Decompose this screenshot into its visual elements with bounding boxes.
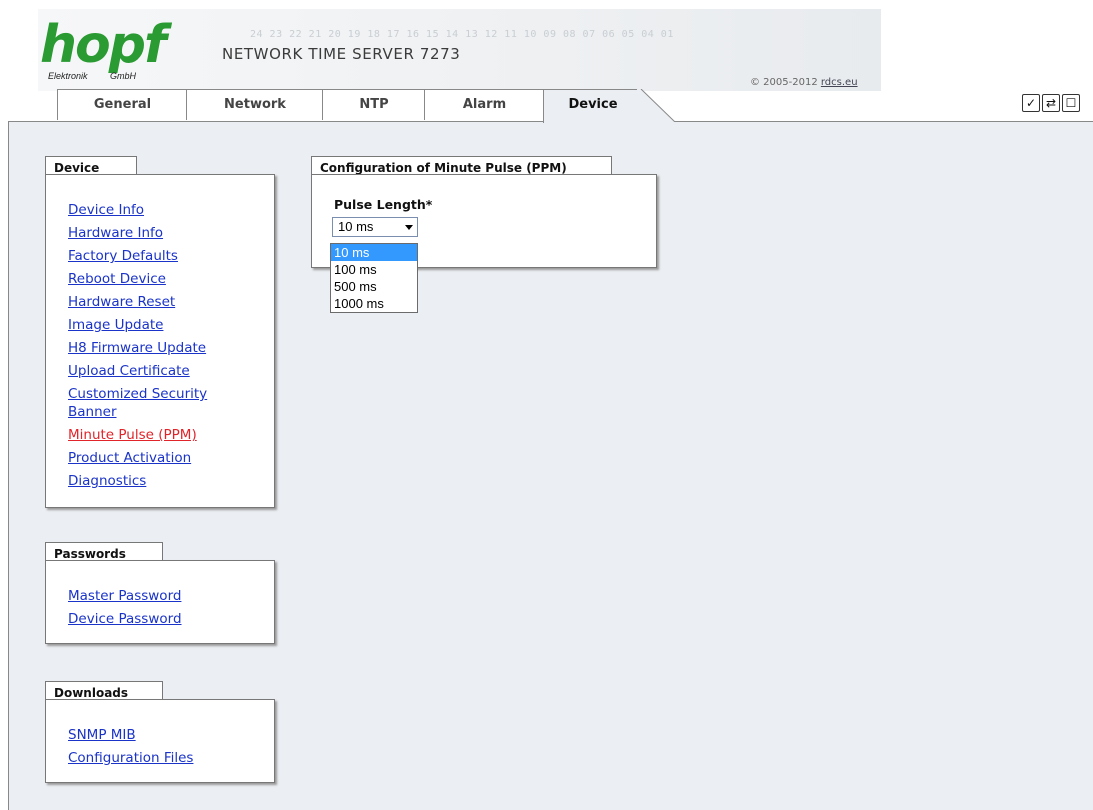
pulse-length-selected-value: 10 ms bbox=[338, 219, 374, 234]
copyright-text: © 2005-2012 bbox=[750, 77, 818, 88]
tab-network[interactable]: Network bbox=[186, 89, 324, 120]
tab-device-slant bbox=[637, 89, 676, 122]
toolbar-icons: ✓ ⇄ ☐ bbox=[1022, 94, 1080, 112]
nav-image-update[interactable]: Image Update bbox=[68, 314, 268, 337]
pulse-option-10ms[interactable]: 10 ms bbox=[331, 244, 417, 261]
tab-ntp[interactable]: NTP bbox=[322, 89, 426, 120]
downloads-nav-box: SNMP MIB Configuration Files bbox=[45, 699, 275, 783]
device-box-title: Device bbox=[45, 156, 137, 175]
content-area: Device Device Info Hardware Info Factory… bbox=[8, 122, 1093, 810]
nav-configuration-files[interactable]: Configuration Files bbox=[68, 747, 268, 770]
page-icon[interactable]: ☐ bbox=[1062, 94, 1080, 112]
pulse-length-label: Pulse Length* bbox=[334, 197, 433, 212]
device-nav-list: Device Info Hardware Info Factory Defaul… bbox=[68, 199, 268, 493]
product-title: NETWORK TIME SERVER 7273 bbox=[222, 45, 461, 63]
nav-hardware-info[interactable]: Hardware Info bbox=[68, 222, 268, 245]
nav-snmp-mib[interactable]: SNMP MIB bbox=[68, 724, 268, 747]
tab-general[interactable]: General bbox=[57, 89, 188, 120]
downloads-box-title: Downloads bbox=[45, 681, 163, 700]
chevron-down-icon bbox=[405, 225, 413, 230]
logo-subtitle-right: GmbH bbox=[110, 71, 137, 81]
copyright-link[interactable]: rdcs.eu bbox=[821, 77, 858, 88]
hopf-logo: hopf bbox=[40, 15, 167, 75]
pulse-length-dropdown: 10 ms 100 ms 500 ms 1000 ms bbox=[330, 243, 418, 313]
nav-hardware-reset[interactable]: Hardware Reset bbox=[68, 291, 268, 314]
pulse-option-500ms[interactable]: 500 ms bbox=[331, 278, 417, 295]
downloads-nav-list: SNMP MIB Configuration Files bbox=[68, 724, 268, 770]
apply-check-icon[interactable]: ✓ bbox=[1022, 94, 1040, 112]
nav-product-activation[interactable]: Product Activation bbox=[68, 447, 268, 470]
main-tab-bar: General Network NTP Alarm Device ✓ ⇄ ☐ bbox=[0, 89, 1093, 123]
nav-device-info[interactable]: Device Info bbox=[68, 199, 268, 222]
nav-customized-security-banner[interactable]: Customized Security Banner bbox=[68, 385, 233, 421]
tab-alarm[interactable]: Alarm bbox=[424, 89, 545, 120]
device-nav-box: Device Info Hardware Info Factory Defaul… bbox=[45, 174, 275, 508]
passwords-nav-list: Master Password Device Password bbox=[68, 585, 268, 631]
nav-diagnostics[interactable]: Diagnostics bbox=[68, 470, 268, 493]
pulse-length-select[interactable]: 10 ms bbox=[332, 217, 418, 237]
nav-factory-defaults[interactable]: Factory Defaults bbox=[68, 245, 268, 268]
tab-device[interactable]: Device bbox=[543, 89, 642, 123]
nav-minute-pulse[interactable]: Minute Pulse (PPM) bbox=[68, 424, 268, 447]
copyright: © 2005-2012 rdcs.eu bbox=[750, 77, 858, 88]
reload-icon[interactable]: ⇄ bbox=[1042, 94, 1060, 112]
nav-master-password[interactable]: Master Password bbox=[68, 585, 268, 608]
logo-subtitle-left: Elektronik bbox=[48, 71, 88, 81]
nav-h8-firmware-update[interactable]: H8 Firmware Update bbox=[68, 337, 268, 360]
ppm-config-title: Configuration of Minute Pulse (PPM) bbox=[311, 156, 612, 175]
nav-reboot-device[interactable]: Reboot Device bbox=[68, 268, 268, 291]
pulse-option-1000ms[interactable]: 1000 ms bbox=[331, 295, 417, 312]
nav-device-password[interactable]: Device Password bbox=[68, 608, 268, 631]
passwords-nav-box: Master Password Device Password bbox=[45, 560, 275, 644]
banner-digits: 24 23 22 21 20 19 18 17 16 15 14 13 12 1… bbox=[250, 29, 674, 40]
passwords-box-title: Passwords bbox=[45, 542, 163, 561]
pulse-option-100ms[interactable]: 100 ms bbox=[331, 261, 417, 278]
nav-upload-certificate[interactable]: Upload Certificate bbox=[68, 360, 268, 383]
